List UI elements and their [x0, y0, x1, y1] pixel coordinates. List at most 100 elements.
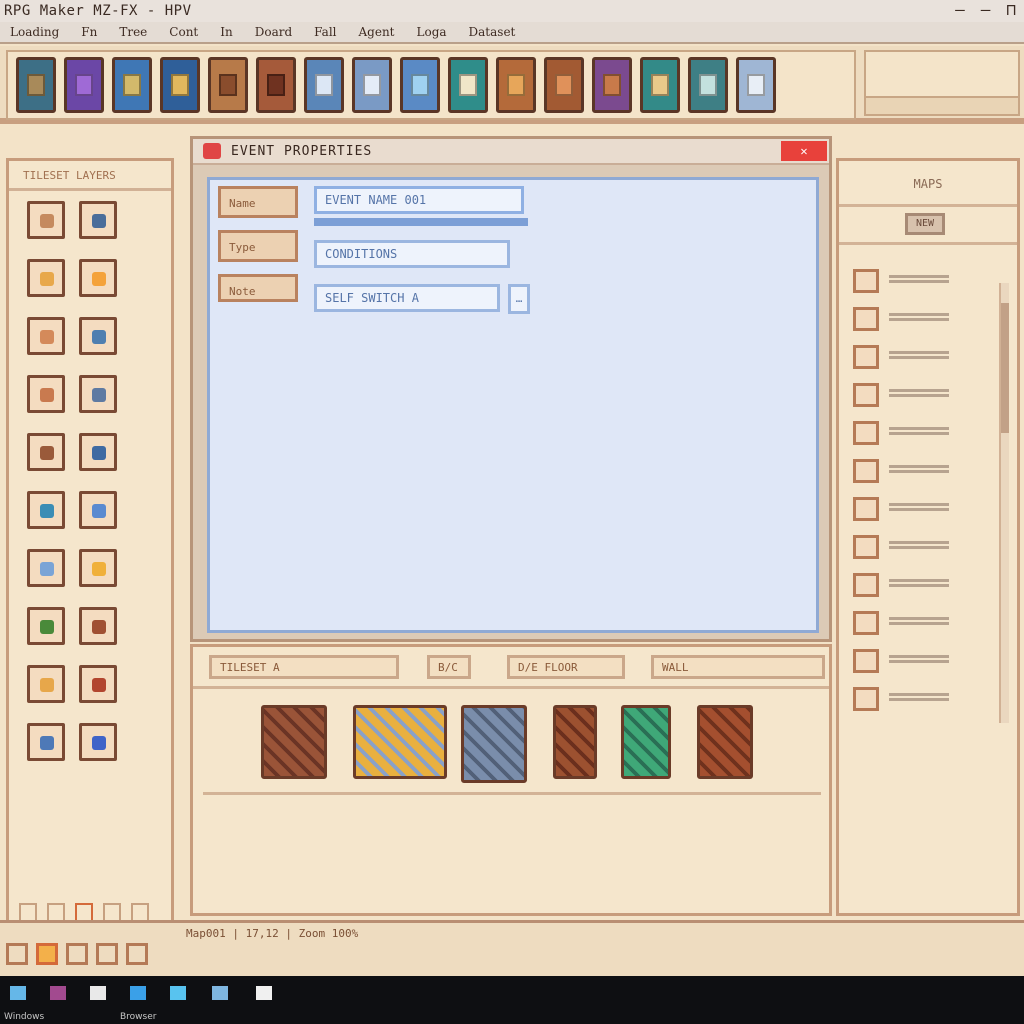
- gold-pattern-tile[interactable]: [353, 705, 447, 779]
- window-titlebar[interactable]: RPG Maker MZ-FX - HPV – – ⊓: [0, 0, 1024, 22]
- map-list-item[interactable]: [853, 459, 973, 485]
- character-icon[interactable]: [304, 57, 344, 113]
- tile-e2-icon[interactable]: [79, 433, 117, 471]
- browse-button[interactable]: …: [508, 284, 530, 314]
- menu-doard[interactable]: Doard: [245, 25, 304, 39]
- shield-icon[interactable]: [160, 57, 200, 113]
- tile-red-icon[interactable]: [256, 57, 296, 113]
- tile-b1-icon[interactable]: [27, 259, 65, 297]
- map-list-item[interactable]: [853, 269, 973, 295]
- tile-b2-icon[interactable]: [79, 259, 117, 297]
- media-icon[interactable]: [50, 986, 66, 1000]
- tile-brown-icon[interactable]: [208, 57, 248, 113]
- minimize-button[interactable]: –: [955, 0, 965, 19]
- sword-icon[interactable]: [112, 57, 152, 113]
- game-icon[interactable]: [212, 986, 228, 1000]
- conditions-field[interactable]: CONDITIONS: [314, 240, 510, 268]
- new-map-button[interactable]: NEW: [905, 213, 945, 235]
- gem-icon[interactable]: [688, 57, 728, 113]
- map-icon[interactable]: [16, 57, 56, 113]
- menu-fall[interactable]: Fall: [304, 25, 348, 39]
- tile-c2-icon[interactable]: [79, 317, 117, 355]
- tile-h2-icon[interactable]: [79, 607, 117, 645]
- tile-j1-icon[interactable]: [27, 723, 65, 761]
- map-list-item[interactable]: [853, 307, 973, 333]
- menu-loga[interactable]: Loga: [407, 25, 459, 39]
- tile-g1-icon[interactable]: [27, 549, 65, 587]
- map-list-item[interactable]: [853, 421, 973, 447]
- tile-d1-icon[interactable]: [27, 375, 65, 413]
- grass-tile[interactable]: [621, 705, 671, 779]
- square-icon[interactable]: [96, 943, 118, 965]
- docs-icon[interactable]: [256, 986, 272, 1000]
- tile-c1-icon[interactable]: [27, 317, 65, 355]
- tile-glyph: [92, 504, 106, 518]
- event-name-field[interactable]: EVENT NAME 001: [314, 186, 524, 214]
- layer-toggle-icon[interactable]: [6, 943, 28, 965]
- tile-h1-icon[interactable]: [27, 607, 65, 645]
- tile-i2-icon[interactable]: [79, 665, 117, 703]
- files-icon[interactable]: [170, 986, 186, 1000]
- start-icon[interactable]: [10, 986, 26, 1000]
- fire-icon[interactable]: [36, 943, 58, 965]
- tab-floor[interactable]: D/E FLOOR: [507, 655, 625, 679]
- brick-tile[interactable]: [261, 705, 327, 779]
- tile-d2-icon[interactable]: [79, 375, 117, 413]
- menu-in[interactable]: In: [210, 25, 244, 39]
- dirt-tile[interactable]: [553, 705, 597, 779]
- tab-wall[interactable]: WALL: [651, 655, 825, 679]
- tab-tileset-a[interactable]: TILESET A: [209, 655, 399, 679]
- menu-fn[interactable]: Fn: [71, 25, 109, 39]
- menu-agent[interactable]: Agent: [349, 25, 407, 39]
- menu-tree[interactable]: Tree: [109, 25, 159, 39]
- map-list-item[interactable]: [853, 687, 973, 713]
- tab-bc[interactable]: B/C: [427, 655, 471, 679]
- wood-tile[interactable]: [697, 705, 753, 779]
- image-icon[interactable]: [736, 57, 776, 113]
- map-list-toolbar: NEW: [839, 207, 1017, 245]
- tile-i1-icon[interactable]: [27, 665, 65, 703]
- map-list-item[interactable]: [853, 611, 973, 637]
- dialog-side-tab-type[interactable]: Type: [218, 230, 298, 262]
- menu-cont[interactable]: Cont: [159, 25, 210, 39]
- map-list-scrollbar[interactable]: [999, 283, 1009, 723]
- tile-f2-icon[interactable]: [79, 491, 117, 529]
- lamp-icon[interactable]: [640, 57, 680, 113]
- map-list-item[interactable]: [853, 497, 973, 523]
- dialog-titlebar[interactable]: EVENT PROPERTIES: [193, 139, 829, 165]
- stone-tile[interactable]: [461, 705, 527, 783]
- window-controls: – – ⊓: [955, 0, 1016, 19]
- notes-icon[interactable]: [90, 986, 106, 1000]
- menu-loading[interactable]: Loading: [0, 25, 71, 39]
- chest-icon[interactable]: [448, 57, 488, 113]
- map-list-item[interactable]: [853, 573, 973, 599]
- self-switch-field[interactable]: SELF SWITCH A: [314, 284, 500, 312]
- close-button[interactable]: ⊓: [1006, 0, 1016, 19]
- browser-icon[interactable]: [130, 986, 146, 1000]
- square-icon[interactable]: [66, 943, 88, 965]
- bag-icon[interactable]: [592, 57, 632, 113]
- tile-glyph: [92, 388, 106, 402]
- scroll-icon[interactable]: [544, 57, 584, 113]
- cart-icon[interactable]: [64, 57, 104, 113]
- tile-j2-icon[interactable]: [79, 723, 117, 761]
- map-list-item[interactable]: [853, 649, 973, 675]
- scroll-thumb[interactable]: [1001, 303, 1009, 433]
- grid-icon[interactable]: [400, 57, 440, 113]
- map-list-item[interactable]: [853, 535, 973, 561]
- dialog-side-tab-name[interactable]: Name: [218, 186, 298, 218]
- tile-a1-icon[interactable]: [27, 201, 65, 239]
- dialog-close-button[interactable]: ✕: [781, 141, 827, 161]
- tile-f1-icon[interactable]: [27, 491, 65, 529]
- square-icon[interactable]: [126, 943, 148, 965]
- map-list-item[interactable]: [853, 383, 973, 409]
- map-list-item[interactable]: [853, 345, 973, 371]
- tile-g2-icon[interactable]: [79, 549, 117, 587]
- save-icon[interactable]: [352, 57, 392, 113]
- tile-a2-icon[interactable]: [79, 201, 117, 239]
- menu-dataset[interactable]: Dataset: [459, 25, 528, 39]
- maximize-button[interactable]: –: [981, 0, 991, 19]
- book-icon[interactable]: [496, 57, 536, 113]
- dialog-side-tab-note[interactable]: Note: [218, 274, 298, 302]
- tile-e1-icon[interactable]: [27, 433, 65, 471]
